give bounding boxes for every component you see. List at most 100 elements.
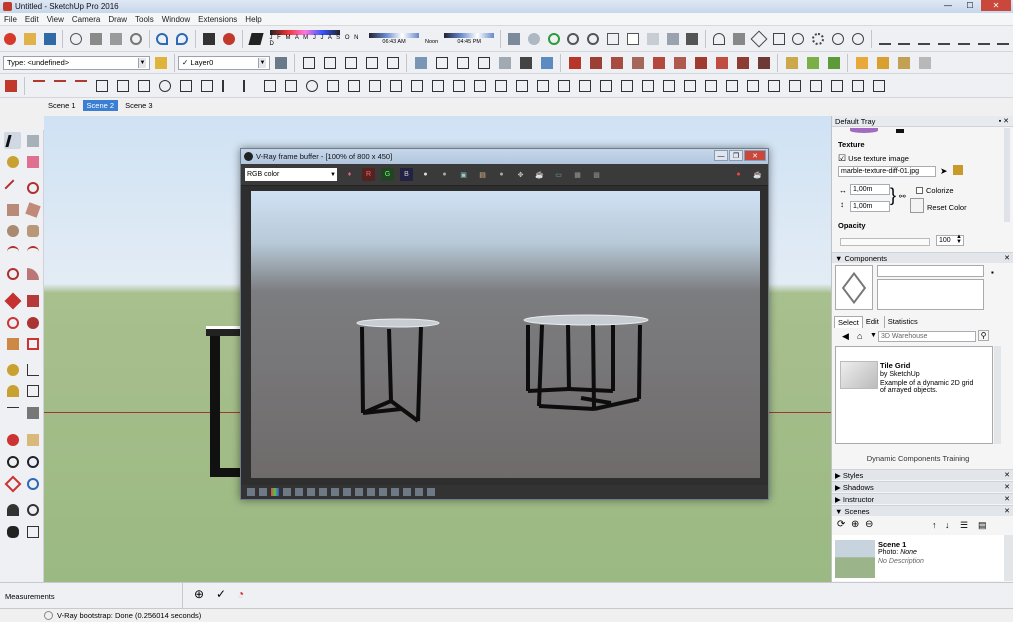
shadow-time-start[interactable]: 06:43 AM bbox=[369, 32, 420, 45]
print-button[interactable] bbox=[201, 30, 217, 47]
vray-option-4[interactable] bbox=[650, 54, 667, 71]
face-style-4[interactable] bbox=[475, 54, 492, 71]
help-icon[interactable]: ◔ bbox=[237, 587, 244, 601]
draw-tool-10[interactable] bbox=[219, 77, 236, 94]
house-side-icon[interactable] bbox=[384, 54, 401, 71]
pin-icon[interactable]: ▪ ✕ bbox=[999, 117, 1009, 125]
red-channel-button[interactable]: R bbox=[362, 168, 375, 181]
sandbox-3-button[interactable] bbox=[916, 30, 932, 47]
render-teapot-icon[interactable]: ☕ bbox=[751, 168, 764, 181]
draw-tool-18[interactable] bbox=[387, 77, 404, 94]
draw-tool-34[interactable] bbox=[723, 77, 740, 94]
vray-render-button[interactable] bbox=[566, 54, 583, 71]
rectangle-tool-button[interactable] bbox=[4, 201, 21, 218]
status-tool-icon[interactable] bbox=[307, 488, 315, 496]
draw-tool-12[interactable] bbox=[261, 77, 278, 94]
geo-location-icon[interactable]: ⊕ bbox=[194, 587, 204, 601]
draw-tool-25[interactable] bbox=[534, 77, 551, 94]
freehand-tool-button[interactable] bbox=[24, 179, 41, 196]
color-picker-icon[interactable]: ♦ bbox=[343, 168, 356, 181]
white-dot-icon[interactable]: ● bbox=[419, 168, 432, 181]
draw-tool-19[interactable] bbox=[408, 77, 425, 94]
vray-option-3[interactable] bbox=[629, 54, 646, 71]
component-description-field[interactable] bbox=[877, 279, 984, 310]
instructor-panel-header[interactable]: ▶ Instructor ✕ bbox=[832, 493, 1013, 504]
redo-button[interactable] bbox=[174, 30, 190, 47]
minimize-icon[interactable]: — bbox=[714, 150, 728, 161]
draw-tool-15[interactable] bbox=[324, 77, 341, 94]
close-panel-icon[interactable]: ✕ bbox=[1004, 507, 1010, 515]
status-tool-icon[interactable] bbox=[379, 488, 387, 496]
make-component-button[interactable] bbox=[24, 132, 41, 149]
camera-pan-button[interactable] bbox=[731, 30, 747, 47]
status-tool-icon[interactable] bbox=[271, 488, 279, 496]
tape-measure-button[interactable] bbox=[4, 361, 21, 378]
arc-tool-button[interactable] bbox=[4, 243, 21, 260]
circle-tool-button[interactable] bbox=[4, 222, 21, 239]
draw-tool-41[interactable] bbox=[870, 77, 887, 94]
paste-button[interactable] bbox=[108, 30, 124, 47]
xray-button[interactable] bbox=[566, 30, 582, 47]
status-tool-icon[interactable] bbox=[367, 488, 375, 496]
expand-icon[interactable]: ▪ bbox=[991, 268, 994, 277]
walk-tool-button[interactable] bbox=[4, 523, 21, 540]
scenes-panel-header[interactable]: ▼ Scenes ✕ bbox=[832, 505, 1013, 516]
scale-tool-button[interactable] bbox=[4, 335, 21, 352]
track-mouse-icon[interactable]: ✥ bbox=[514, 168, 527, 181]
zoom-extents-tool-button[interactable] bbox=[4, 475, 21, 492]
globe-button[interactable] bbox=[830, 30, 846, 47]
spinner-icon[interactable]: ▲ ▼ bbox=[956, 234, 962, 245]
status-tool-icon[interactable] bbox=[355, 488, 363, 496]
sync-button[interactable] bbox=[546, 30, 562, 47]
monochrome-button[interactable] bbox=[684, 30, 700, 47]
face-style-6[interactable] bbox=[517, 54, 534, 71]
sandbox-4-button[interactable] bbox=[936, 30, 952, 47]
type-select[interactable]: Type: <undefined> ▼ bbox=[3, 55, 150, 70]
grey-dot-icon[interactable]: ● bbox=[438, 168, 451, 181]
cube-4-button[interactable] bbox=[916, 54, 933, 71]
draw-tool-5[interactable] bbox=[114, 77, 131, 94]
tab-scene-1[interactable]: Scene 1 bbox=[44, 100, 80, 111]
position-camera-button[interactable] bbox=[4, 501, 21, 518]
status-tool-icon[interactable] bbox=[283, 488, 291, 496]
texture-scrollbar[interactable] bbox=[1004, 128, 1010, 222]
status-tool-icon[interactable] bbox=[415, 488, 423, 496]
menu-view[interactable]: View bbox=[43, 15, 68, 24]
draw-tool-20[interactable] bbox=[429, 77, 446, 94]
face-style-7[interactable] bbox=[538, 54, 555, 71]
polygon-tool-button[interactable] bbox=[24, 222, 41, 239]
minimize-icon[interactable]: — bbox=[937, 0, 959, 11]
draw-tool-23[interactable] bbox=[492, 77, 509, 94]
push-pull-button[interactable] bbox=[24, 292, 41, 309]
draw-tool-4[interactable] bbox=[93, 77, 110, 94]
dynamic-components-link[interactable]: Dynamic Components Training bbox=[835, 454, 1001, 463]
erase-button[interactable] bbox=[128, 30, 144, 47]
menu-camera[interactable]: Camera bbox=[68, 15, 104, 24]
copy-button[interactable] bbox=[88, 30, 104, 47]
shadows-panel-header[interactable]: ▶ Shadows ✕ bbox=[832, 481, 1013, 492]
vray-option-5[interactable] bbox=[671, 54, 688, 71]
draw-tool-31[interactable] bbox=[660, 77, 677, 94]
draw-tool-11[interactable] bbox=[240, 77, 257, 94]
eraser-button[interactable] bbox=[24, 153, 41, 170]
undo-button[interactable] bbox=[155, 30, 171, 47]
add-scene-icon[interactable]: ⊕ bbox=[851, 519, 859, 530]
sandbox-2-button[interactable] bbox=[896, 30, 912, 47]
rotated-rectangle-button[interactable] bbox=[24, 201, 41, 218]
scene-thumbnail[interactable] bbox=[835, 540, 875, 578]
scene-list-name[interactable]: Scene 1 bbox=[878, 540, 906, 549]
section-plane-button[interactable] bbox=[24, 523, 41, 540]
clear-image-icon[interactable]: ● bbox=[495, 168, 508, 181]
model-info-button[interactable] bbox=[221, 30, 237, 47]
standard-view-1[interactable] bbox=[300, 54, 317, 71]
menu-tools[interactable]: Tools bbox=[131, 15, 158, 24]
region-render-icon[interactable]: ▭ bbox=[552, 168, 565, 181]
texture-file-field[interactable]: marble-texture-diff-01.jpg bbox=[838, 166, 936, 177]
cut-button[interactable] bbox=[68, 30, 84, 47]
move-scene-down-icon[interactable]: ↓ bbox=[945, 520, 950, 530]
draw-tool-28[interactable] bbox=[597, 77, 614, 94]
draw-tool-26[interactable] bbox=[555, 77, 572, 94]
chevron-down-icon[interactable]: ▼ bbox=[870, 332, 877, 339]
layer-select[interactable]: ✓ Layer0 ▼ bbox=[178, 55, 270, 70]
back-arrow-icon[interactable]: ◀ bbox=[842, 331, 849, 342]
